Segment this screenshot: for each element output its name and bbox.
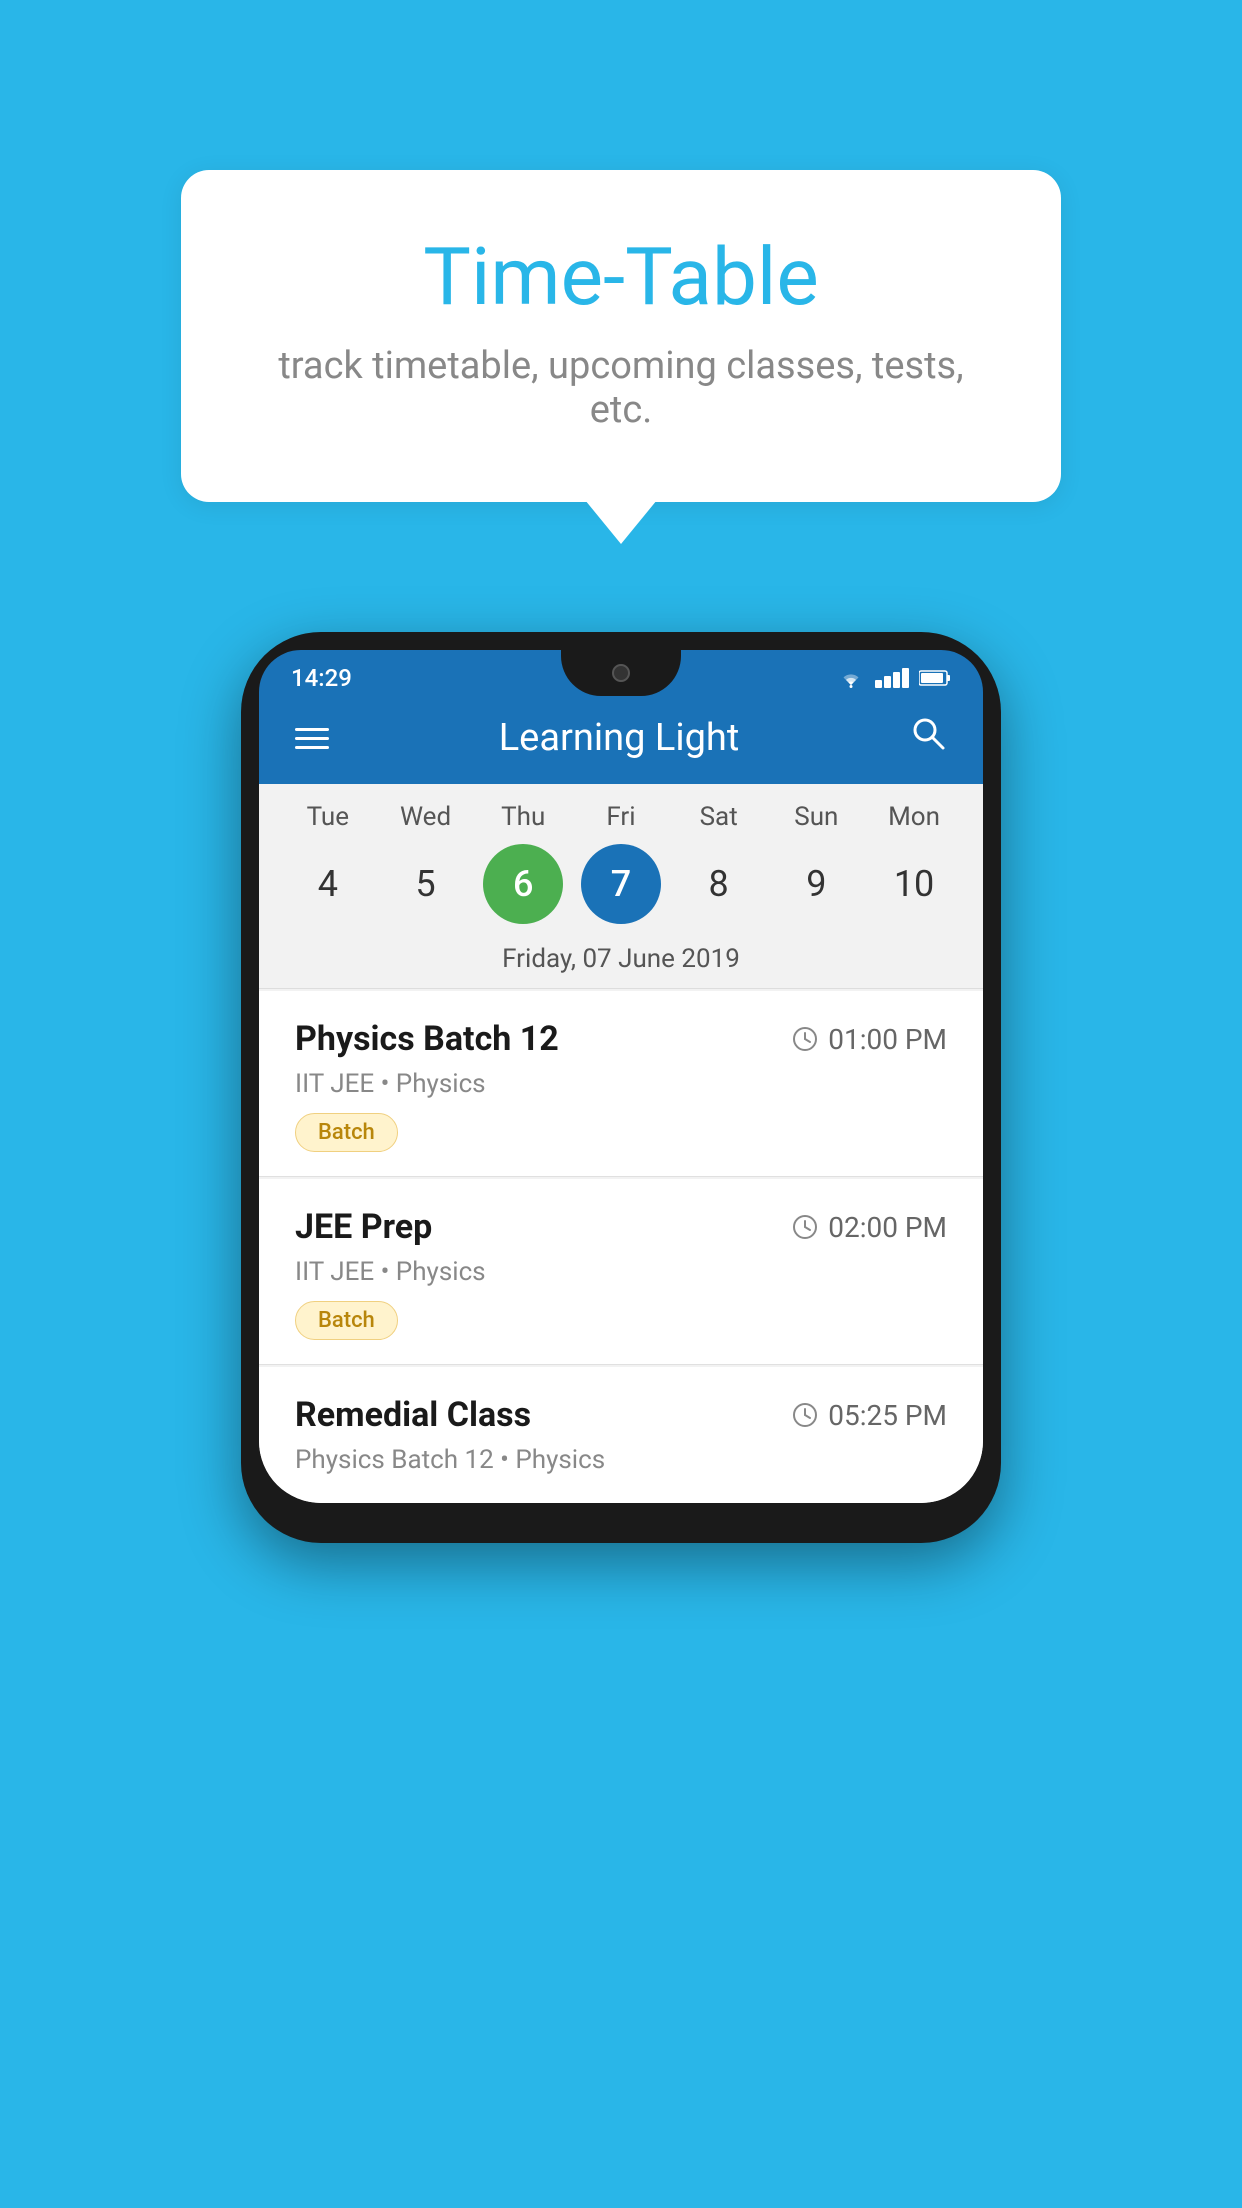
card-1-top-row: Physics Batch 12 01:00 PM	[295, 1019, 947, 1059]
day-headers: Tue Wed Thu Fri Sat Sun Mon	[259, 794, 983, 840]
class-card-3-partial[interactable]: Remedial Class 05:25 PM Physics Batch 12…	[259, 1367, 983, 1503]
tooltip-subtitle: track timetable, upcoming classes, tests…	[261, 344, 981, 432]
signal-icon	[875, 668, 909, 688]
day-name-tue: Tue	[288, 802, 368, 832]
day-9[interactable]: 9	[776, 844, 856, 924]
day-8[interactable]: 8	[679, 844, 759, 924]
day-name-sat: Sat	[679, 802, 759, 832]
tooltip-title: Time-Table	[261, 230, 981, 324]
day-7-selected[interactable]: 7	[581, 844, 661, 924]
day-5[interactable]: 5	[386, 844, 466, 924]
status-time: 14:29	[291, 660, 352, 692]
card-3-title: Remedial Class	[295, 1395, 531, 1435]
phone-mockup: 14:29	[241, 632, 1001, 1543]
card-1-time: 01:00 PM	[792, 1023, 947, 1056]
card-3-time: 05:25 PM	[792, 1399, 947, 1432]
status-bar: 14:29	[259, 650, 983, 692]
day-name-fri: Fri	[581, 802, 661, 832]
day-name-sun: Sun	[776, 802, 856, 832]
calendar-strip: Tue Wed Thu Fri Sat Sun Mon 4 5 6 7 8 9 …	[259, 784, 983, 989]
day-name-wed: Wed	[386, 802, 466, 832]
card-2-badge: Batch	[295, 1301, 398, 1340]
day-name-mon: Mon	[874, 802, 954, 832]
day-6-today[interactable]: 6	[483, 844, 563, 924]
card-2-subtitle: IIT JEE • Physics	[295, 1257, 947, 1287]
day-name-thu: Thu	[483, 802, 563, 832]
card-2-top-row: JEE Prep 02:00 PM	[295, 1207, 947, 1247]
phone-camera	[612, 664, 630, 682]
class-card-2[interactable]: JEE Prep 02:00 PM IIT JEE • Physics Batc…	[259, 1179, 983, 1365]
day-numbers: 4 5 6 7 8 9 10	[259, 840, 983, 938]
card-1-title: Physics Batch 12	[295, 1019, 559, 1059]
wifi-icon	[837, 667, 865, 689]
clock-icon-1	[792, 1026, 818, 1052]
clock-icon-2	[792, 1214, 818, 1240]
card-3-subtitle: Physics Batch 12 • Physics	[295, 1445, 947, 1475]
class-card-1[interactable]: Physics Batch 12 01:00 PM IIT JEE • Phys…	[259, 991, 983, 1177]
phone-shell: 14:29	[241, 632, 1001, 1543]
app-title: Learning Light	[499, 716, 740, 760]
battery-icon	[919, 670, 951, 686]
clock-icon-3	[792, 1402, 818, 1428]
card-1-badge: Batch	[295, 1113, 398, 1152]
phone-notch	[561, 650, 681, 696]
status-icons	[837, 663, 951, 689]
day-4[interactable]: 4	[288, 844, 368, 924]
app-header: Learning Light	[259, 692, 983, 784]
tooltip-card: Time-Table track timetable, upcoming cla…	[181, 170, 1061, 502]
phone-screen: Tue Wed Thu Fri Sat Sun Mon 4 5 6 7 8 9 …	[259, 784, 983, 1503]
day-10[interactable]: 10	[874, 844, 954, 924]
card-1-subtitle: IIT JEE • Physics	[295, 1069, 947, 1099]
selected-date-label: Friday, 07 June 2019	[259, 938, 983, 989]
card-2-time: 02:00 PM	[792, 1211, 947, 1244]
search-icon[interactable]	[909, 714, 947, 762]
card-3-top-row: Remedial Class 05:25 PM	[295, 1395, 947, 1435]
card-2-title: JEE Prep	[295, 1207, 432, 1247]
hamburger-menu-icon[interactable]	[295, 728, 329, 749]
